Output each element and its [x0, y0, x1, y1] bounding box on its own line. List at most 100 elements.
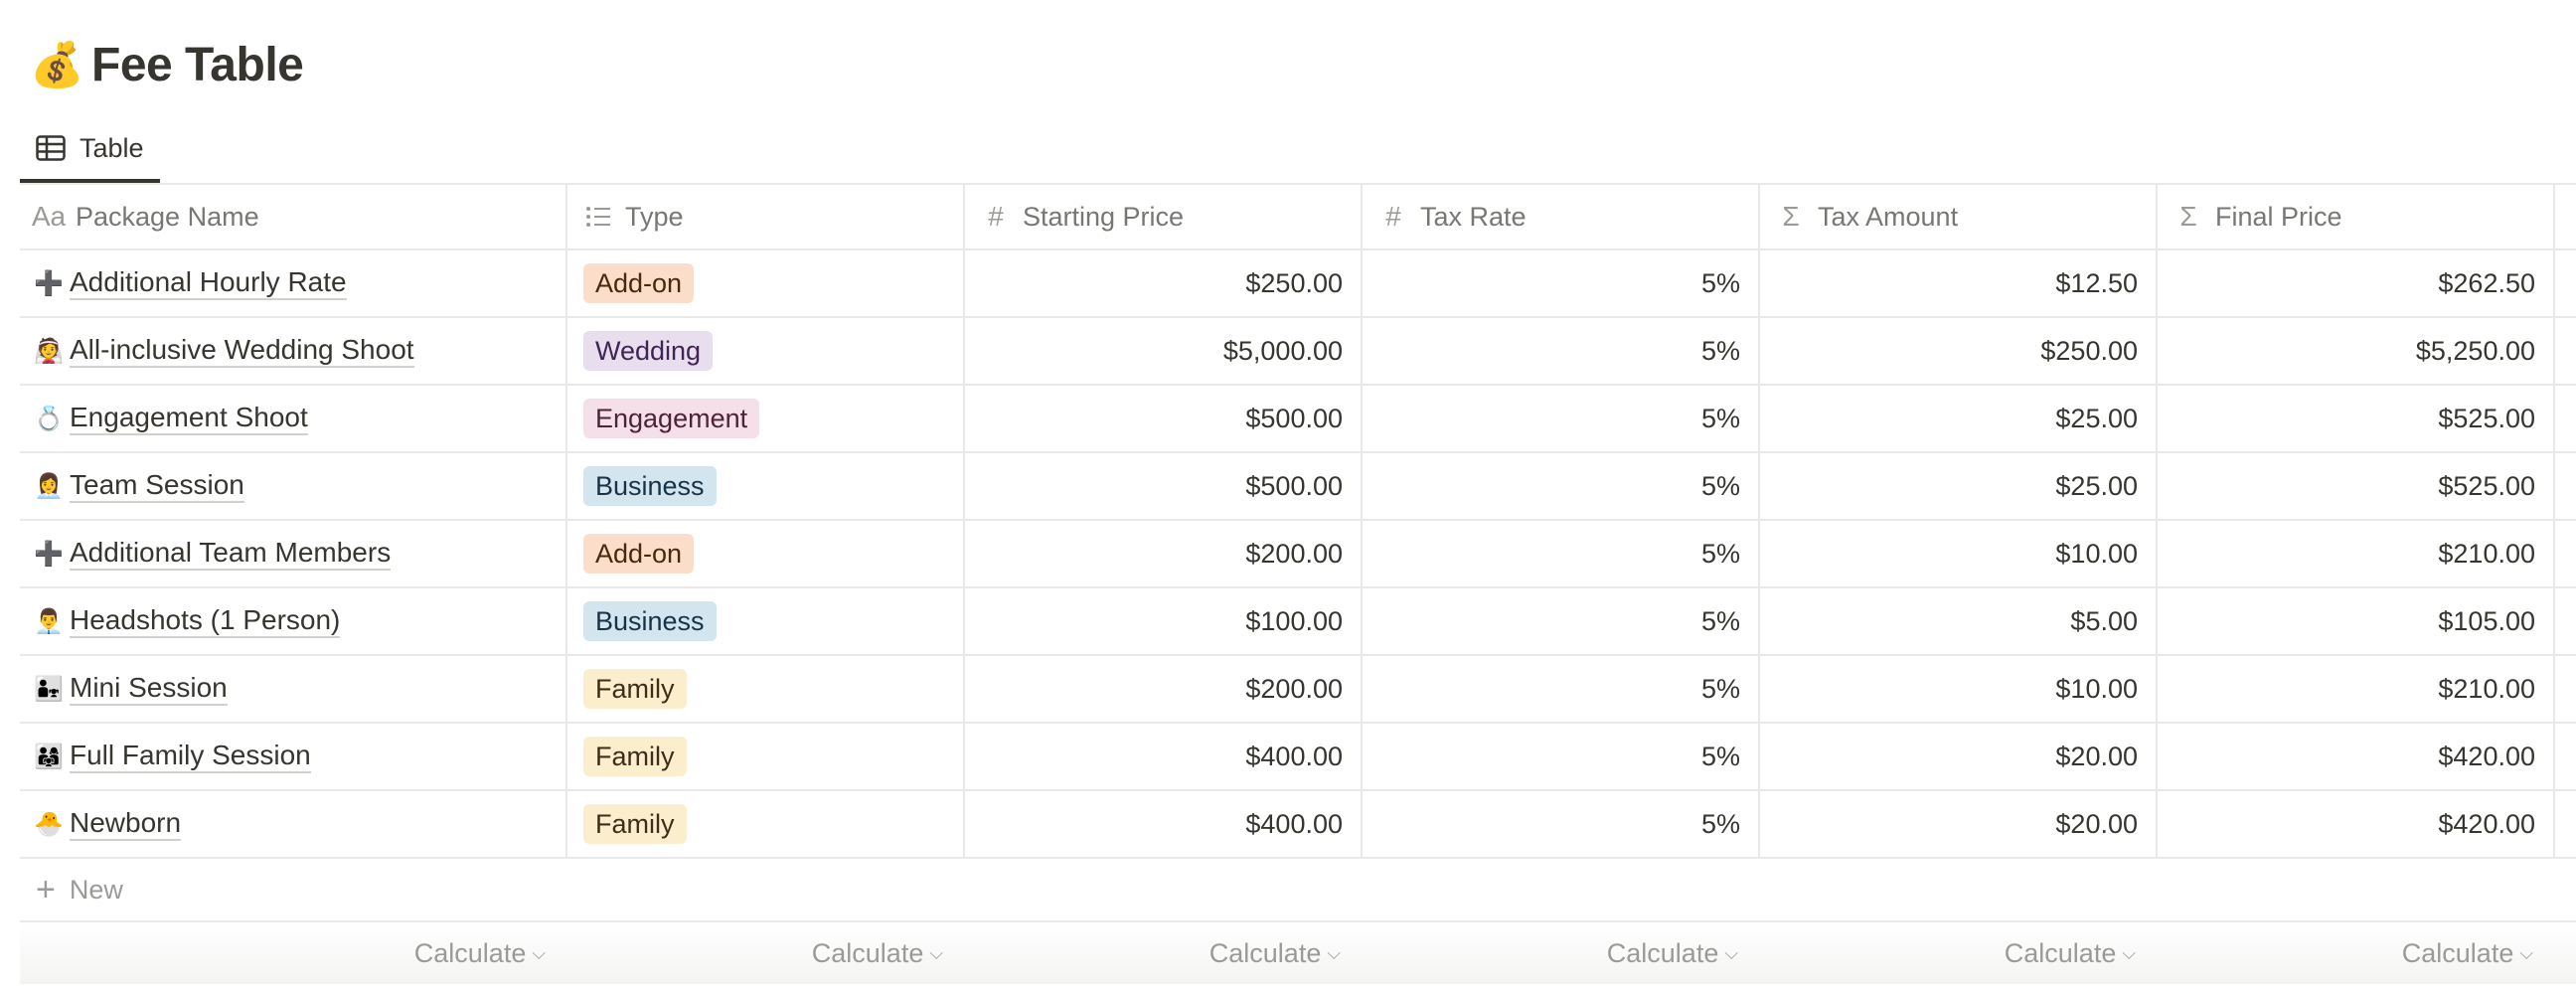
- starting-price-cell[interactable]: $5,000.00: [965, 318, 1363, 384]
- column-header-final-price[interactable]: Σ Final Price: [2158, 185, 2555, 248]
- tax-amount-cell[interactable]: $20.00: [1760, 791, 2158, 857]
- table-row[interactable]: 👨‍👩‍👧 Full Family Session Family $400.00 5% $…: [20, 724, 2576, 791]
- table-row[interactable]: 👨‍💼 Headshots (1 Person) Business $100.00 5%…: [20, 588, 2576, 656]
- type-cell[interactable]: Wedding: [567, 318, 965, 384]
- type-tag: Add-on: [583, 533, 695, 575]
- package-emoji-icon: 👰: [34, 337, 64, 365]
- package-name-cell[interactable]: ➕ Additional Team Members: [20, 521, 567, 586]
- package-name-link[interactable]: Additional Team Members: [70, 537, 392, 572]
- column-header-tax-rate[interactable]: # Tax Rate: [1363, 185, 1760, 248]
- table-row[interactable]: 🐣 Newborn Family $400.00 5% $20.00 $420.00: [20, 791, 2576, 859]
- final-price-cell[interactable]: $210.00: [2158, 521, 2555, 586]
- type-cell[interactable]: Engagement: [567, 386, 965, 451]
- tax-amount-cell[interactable]: $25.00: [1760, 386, 2158, 451]
- tax-amount-cell[interactable]: $12.50: [1760, 250, 2158, 316]
- table-row[interactable]: 👰 All-inclusive Wedding Shoot Wedding $5,00…: [20, 318, 2576, 386]
- final-price-cell[interactable]: $525.00: [2158, 386, 2555, 451]
- type-cell[interactable]: Family: [567, 724, 965, 789]
- table-row[interactable]: 💍 Engagement Shoot Engagement $500.00 5% $25.…: [20, 386, 2576, 453]
- tax-rate-cell[interactable]: 5%: [1363, 453, 1760, 519]
- calculate-package-name[interactable]: Calculate ⌵: [20, 938, 567, 969]
- chevron-down-icon: ⌵: [1724, 942, 1738, 963]
- tax-amount-cell[interactable]: $10.00: [1760, 656, 2158, 722]
- type-cell[interactable]: Family: [567, 656, 965, 722]
- type-cell[interactable]: Add-on: [567, 250, 965, 316]
- type-cell[interactable]: Add-on: [567, 521, 965, 586]
- package-name-cell[interactable]: 💍 Engagement Shoot: [20, 386, 567, 451]
- tab-table[interactable]: Table: [20, 117, 160, 183]
- final-price-cell[interactable]: $420.00: [2158, 724, 2555, 789]
- calculate-tax-rate[interactable]: Calculate ⌵: [1363, 938, 1760, 969]
- package-name-cell[interactable]: 👨‍👧 Mini Session: [20, 656, 567, 722]
- tax-amount-cell[interactable]: $25.00: [1760, 453, 2158, 519]
- column-header-package-name[interactable]: Aa Package Name: [20, 185, 567, 248]
- final-price-cell[interactable]: $525.00: [2158, 453, 2555, 519]
- tax-rate-cell[interactable]: 5%: [1363, 588, 1760, 654]
- table-row[interactable]: ➕ Additional Team Members Add-on $200.00 5% $…: [20, 521, 2576, 588]
- table-row[interactable]: 👩‍💼 Team Session Business $500.00 5% $25.00 $5…: [20, 453, 2576, 521]
- package-name-link[interactable]: Newborn: [70, 807, 182, 842]
- chevron-down-icon: ⌵: [2519, 942, 2533, 963]
- package-name-link[interactable]: Full Family Session: [70, 740, 311, 774]
- calculate-type[interactable]: Calculate ⌵: [567, 938, 965, 969]
- starting-price-cell[interactable]: $200.00: [965, 521, 1363, 586]
- package-name-link[interactable]: Mini Session: [70, 672, 228, 707]
- package-name-cell[interactable]: 👩‍💼 Team Session: [20, 453, 567, 519]
- type-tag: Add-on: [583, 262, 695, 304]
- final-price-cell[interactable]: $262.50: [2158, 250, 2555, 316]
- add-new-row-button[interactable]: + New: [20, 859, 2576, 922]
- starting-price-cell[interactable]: $400.00: [965, 724, 1363, 789]
- tax-amount-cell[interactable]: $5.00: [1760, 588, 2158, 654]
- money-bag-icon[interactable]: 💰: [30, 39, 84, 90]
- plus-icon: +: [36, 870, 56, 908]
- tax-rate-cell[interactable]: 5%: [1363, 318, 1760, 384]
- package-name-link[interactable]: Engagement Shoot: [70, 402, 308, 436]
- calculate-label: Calculate: [1606, 937, 1719, 968]
- starting-price-cell[interactable]: $100.00: [965, 588, 1363, 654]
- table-body: ➕ Additional Hourly Rate Add-on $250.00 5% $1…: [20, 250, 2576, 859]
- package-name-cell[interactable]: ➕ Additional Hourly Rate: [20, 250, 567, 316]
- type-cell[interactable]: Business: [567, 588, 965, 654]
- type-cell[interactable]: Family: [567, 791, 965, 857]
- calculate-final-price[interactable]: Calculate ⌵: [2158, 938, 2555, 969]
- calculate-starting-price[interactable]: Calculate ⌵: [965, 938, 1363, 969]
- tax-amount-cell[interactable]: $20.00: [1760, 724, 2158, 789]
- tax-amount-cell[interactable]: $250.00: [1760, 318, 2158, 384]
- package-name-cell[interactable]: 👨‍👩‍👧 Full Family Session: [20, 724, 567, 789]
- column-header-tax-amount[interactable]: Σ Tax Amount: [1760, 185, 2158, 248]
- tax-rate-cell[interactable]: 5%: [1363, 791, 1760, 857]
- tax-amount-cell[interactable]: $10.00: [1760, 521, 2158, 586]
- new-row-label: New: [69, 874, 123, 905]
- calculate-tax-amount[interactable]: Calculate ⌵: [1760, 938, 2158, 969]
- table-row[interactable]: ➕ Additional Hourly Rate Add-on $250.00 5% $1…: [20, 250, 2576, 318]
- starting-price-cell[interactable]: $400.00: [965, 791, 1363, 857]
- starting-price-cell[interactable]: $200.00: [965, 656, 1363, 722]
- package-name-cell[interactable]: 🐣 Newborn: [20, 791, 567, 857]
- package-name-link[interactable]: Additional Hourly Rate: [70, 266, 347, 301]
- tax-rate-cell[interactable]: 5%: [1363, 724, 1760, 789]
- table-header-row: Aa Package Name Type # Starting Price #: [20, 185, 2576, 250]
- starting-price-cell[interactable]: $500.00: [965, 386, 1363, 451]
- package-name-link[interactable]: All-inclusive Wedding Shoot: [70, 334, 414, 369]
- type-cell[interactable]: Business: [567, 453, 965, 519]
- column-header-type[interactable]: Type: [567, 185, 965, 248]
- tax-rate-cell[interactable]: 5%: [1363, 521, 1760, 586]
- package-name-cell[interactable]: 👰 All-inclusive Wedding Shoot: [20, 318, 567, 384]
- tax-rate-cell[interactable]: 5%: [1363, 250, 1760, 316]
- starting-price-cell[interactable]: $250.00: [965, 250, 1363, 316]
- table-row[interactable]: 👨‍👧 Mini Session Family $200.00 5% $10.00 $210…: [20, 656, 2576, 724]
- final-price-cell[interactable]: $420.00: [2158, 791, 2555, 857]
- formula-property-icon: Σ: [2179, 201, 2197, 232]
- tax-rate-cell[interactable]: 5%: [1363, 386, 1760, 451]
- final-price-cell[interactable]: $210.00: [2158, 656, 2555, 722]
- final-price-cell[interactable]: $105.00: [2158, 588, 2555, 654]
- package-name-link[interactable]: Headshots (1 Person): [70, 604, 341, 639]
- package-name-link[interactable]: Team Session: [70, 469, 244, 504]
- package-emoji-icon: ➕: [34, 269, 64, 297]
- package-name-cell[interactable]: 👨‍💼 Headshots (1 Person): [20, 588, 567, 654]
- final-price-cell[interactable]: $5,250.00: [2158, 318, 2555, 384]
- column-header-starting-price[interactable]: # Starting Price: [965, 185, 1363, 248]
- starting-price-cell[interactable]: $500.00: [965, 453, 1363, 519]
- tax-rate-cell[interactable]: 5%: [1363, 656, 1760, 722]
- page-title[interactable]: Fee Table: [91, 38, 304, 92]
